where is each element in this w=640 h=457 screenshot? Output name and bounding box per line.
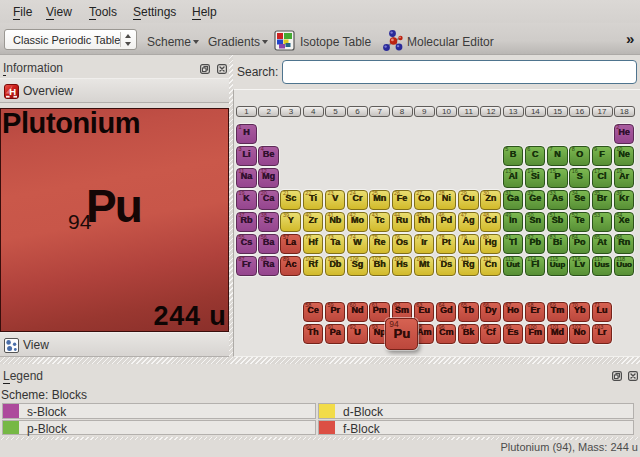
svg-text:H: H [9,86,16,97]
